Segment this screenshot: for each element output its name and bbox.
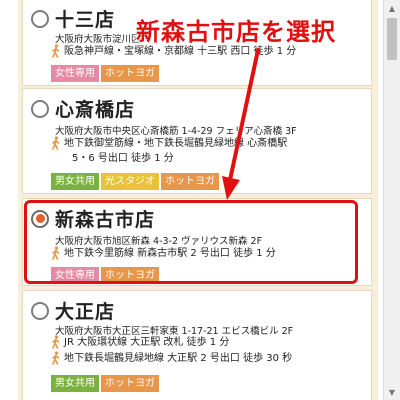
annotation-arrow-icon — [222, 48, 260, 200]
annotation-text: 新森古市店を選択 — [136, 18, 336, 46]
scrollbar[interactable]: ▲ ▼ — [383, 0, 400, 400]
scroll-thumb[interactable] — [387, 18, 397, 60]
triangle-down-icon[interactable]: ▼ — [384, 384, 400, 400]
triangle-up-icon[interactable]: ▲ — [384, 0, 400, 16]
